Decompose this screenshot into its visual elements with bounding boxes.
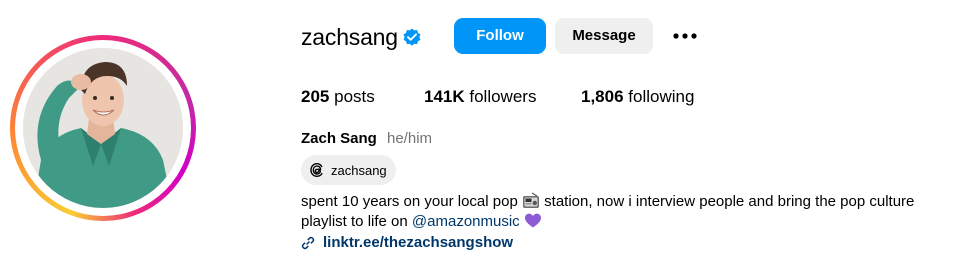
posts-count-label: posts xyxy=(334,87,375,106)
link-icon xyxy=(301,236,315,250)
bio-text-1b: station, now i interview people and brin… xyxy=(544,193,915,210)
following-count-value: 1,806 xyxy=(581,87,624,106)
purple-heart-emoji-icon xyxy=(524,213,541,228)
external-link[interactable]: linktr.ee/thezachsangshow xyxy=(301,233,513,253)
bio-line-1: spent 10 years on your local pop station… xyxy=(301,192,914,212)
amazonmusic-mention-link[interactable]: @amazonmusic xyxy=(412,213,520,230)
bio-line-2: playlist to life on @amazonmusic xyxy=(301,212,542,232)
posts-count: 205 posts xyxy=(301,86,375,108)
more-options-icon[interactable] xyxy=(671,26,699,46)
username: zachsang xyxy=(301,24,398,50)
follow-button[interactable]: Follow xyxy=(454,18,546,54)
following-count-label: following xyxy=(628,87,695,106)
following-count[interactable]: 1,806 following xyxy=(581,86,694,108)
verified-badge-icon xyxy=(403,28,421,46)
message-button[interactable]: Message xyxy=(555,18,653,54)
bio-text-1a: spent 10 years on your local pop xyxy=(301,193,518,210)
followers-count-value: 141K xyxy=(424,87,465,106)
story-ring[interactable] xyxy=(10,35,196,221)
threads-badge[interactable]: zachsang xyxy=(301,155,396,185)
followers-count[interactable]: 141K followers xyxy=(424,86,536,108)
profile-photo xyxy=(23,48,183,208)
pronouns: he/him xyxy=(387,130,433,147)
avatar[interactable] xyxy=(23,48,183,208)
full-name: Zach Sang xyxy=(301,130,377,147)
threads-icon xyxy=(310,162,323,178)
profile-header: zachsang Follow Message 205 posts 141K f… xyxy=(0,0,979,273)
radio-emoji-icon xyxy=(522,192,539,208)
bio-text-2a: playlist to life on xyxy=(301,213,408,230)
threads-handle: zachsang xyxy=(331,162,387,178)
posts-count-value: 205 xyxy=(301,87,330,106)
external-link-text: linktr.ee/thezachsangshow xyxy=(323,234,514,251)
followers-count-label: followers xyxy=(469,87,537,106)
